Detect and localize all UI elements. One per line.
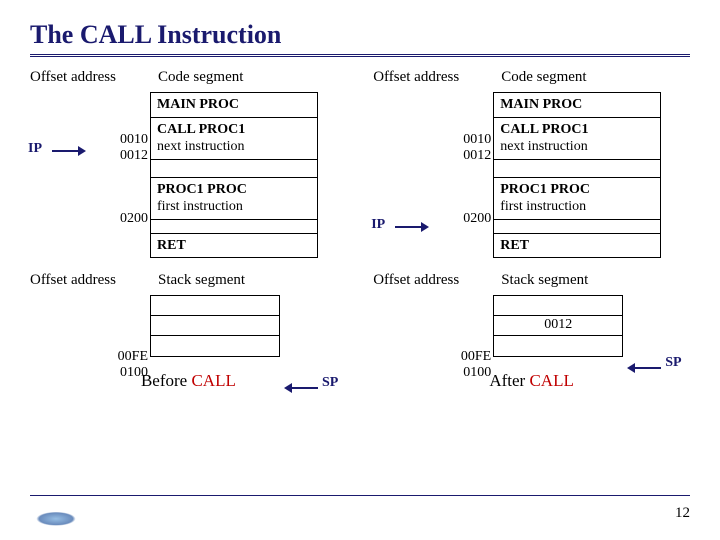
stack-cell-1-l — [151, 316, 279, 336]
addr-0010-0012-right: 0010 0012 — [373, 132, 491, 164]
sp-arrow-before — [284, 381, 318, 395]
stack-cell-2-l — [151, 336, 279, 356]
page-number: 12 — [675, 505, 690, 522]
header-stack-l: Stack segment — [158, 272, 245, 289]
logo-globe-icon — [28, 502, 84, 530]
proc1-first-l: PROC1 PROC first instruction — [151, 178, 317, 220]
after-panel: Offset address Code segment IP 0010 0012… — [373, 69, 690, 391]
next-instr-r: next instruction — [500, 139, 588, 154]
panels-row: Offset address Code segment IP 0010 0012… — [30, 69, 690, 391]
slide-title: The CALL Instruction — [30, 20, 690, 57]
caption-before-call: CALL — [191, 371, 235, 390]
gap1-l — [151, 160, 317, 178]
stack-box-left — [150, 295, 280, 357]
call-proc1-l: CALL PROC1 — [157, 122, 245, 137]
ret-l: RET — [151, 234, 317, 258]
addr-0012-r: 0012 — [373, 148, 491, 164]
addr-0100-l: 0100 — [30, 365, 148, 381]
proc1-first-r: PROC1 PROC first instruction — [494, 178, 660, 220]
addr-0012-l: 0012 — [30, 148, 148, 164]
code-col-headers-left: Offset address Code segment — [30, 69, 347, 86]
stack-headers-right: Offset address Stack segment — [373, 272, 690, 289]
header-offset-stack-r: Offset address — [373, 272, 493, 289]
call-next-l: CALL PROC1 next instruction — [151, 118, 317, 160]
call-proc1-r: CALL PROC1 — [500, 122, 588, 137]
addr-0200-right: 0200 — [373, 211, 491, 227]
addr-0200-r: 0200 — [373, 211, 491, 227]
gap2-r — [494, 220, 660, 234]
header-code-right: Code segment — [501, 69, 586, 86]
addr-0010-l: 0010 — [30, 132, 148, 148]
stack-cell-2-r — [494, 336, 622, 356]
caption-after-call: CALL — [529, 371, 573, 390]
code-col-headers-right: Offset address Code segment — [373, 69, 690, 86]
caption-after-word: After — [489, 371, 529, 390]
header-offset-stack-l: Offset address — [30, 272, 150, 289]
stack-headers-left: Offset address Stack segment — [30, 272, 347, 289]
call-next-r: CALL PROC1 next instruction — [494, 118, 660, 160]
header-code-left: Code segment — [158, 69, 243, 86]
code-seg-box-left: MAIN PROC CALL PROC1 next instruction PR… — [150, 92, 318, 258]
header-stack-r: Stack segment — [501, 272, 588, 289]
main-proc-r: MAIN PROC — [494, 93, 660, 118]
bottom-rule — [30, 495, 690, 496]
proc1-proc-l: PROC1 PROC — [157, 182, 247, 197]
header-offset-right: Offset address — [373, 69, 493, 86]
header-offset-left: Offset address — [30, 69, 150, 86]
sp-arrow-after — [627, 361, 661, 375]
addr-0010-r: 0010 — [373, 132, 491, 148]
addr-00FE-l: 00FE — [30, 349, 148, 365]
main-proc-l: MAIN PROC — [151, 93, 317, 118]
first-instr-l: first instruction — [157, 199, 243, 214]
caption-before-word: Before — [141, 371, 192, 390]
sp-label-after: SP — [665, 355, 681, 371]
before-panel: Offset address Code segment IP 0010 0012… — [30, 69, 347, 391]
first-instr-r: first instruction — [500, 199, 586, 214]
ret-r: RET — [494, 234, 660, 258]
gap1-r — [494, 160, 660, 178]
addr-0100-r: 0100 — [373, 365, 491, 381]
stack-cell-0-l — [151, 296, 279, 316]
stack-box-right: 0012 — [493, 295, 623, 357]
addr-0200-left: 0200 — [30, 211, 148, 227]
sp-label-before: SP — [322, 375, 338, 391]
stack-cell-1-r: 0012 — [494, 316, 622, 336]
proc1-proc-r: PROC1 PROC — [500, 182, 590, 197]
stack-cell-0-r — [494, 296, 622, 316]
addr-0200-l: 0200 — [30, 211, 148, 227]
gap2-l — [151, 220, 317, 234]
next-instr-l: next instruction — [157, 139, 245, 154]
addr-00FE-r: 00FE — [373, 349, 491, 365]
addr-00FE-0100-right: 00FE 0100 — [373, 349, 491, 381]
addr-00FE-0100-left: 00FE 0100 — [30, 349, 148, 381]
code-seg-box-right: MAIN PROC CALL PROC1 next instruction PR… — [493, 92, 661, 258]
addr-0010-0012-left: 0010 0012 — [30, 132, 148, 164]
